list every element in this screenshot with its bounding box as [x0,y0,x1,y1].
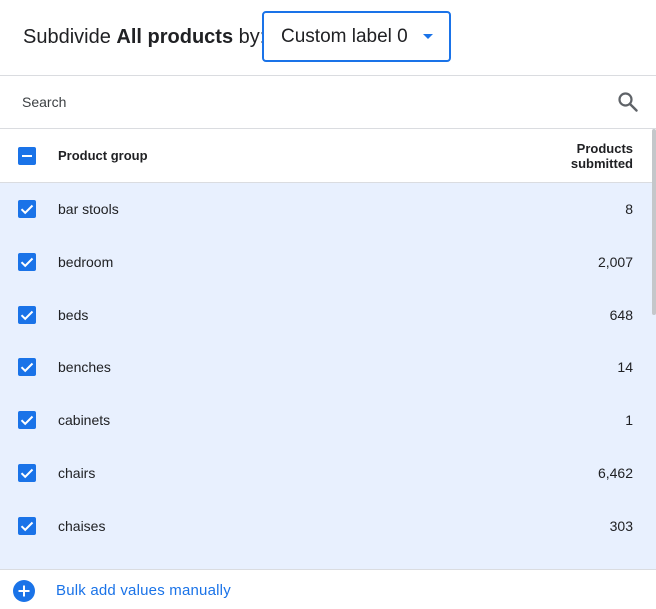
footer: Bulk add values manually [0,569,656,609]
table-row[interactable]: bedroom 2,007 [0,236,656,289]
checkmark-icon [20,363,34,373]
products-submitted-count: 2,007 [597,253,633,270]
column-header-product-group[interactable]: Product group [58,148,148,163]
table-row[interactable]: cabinets 1 [0,394,656,447]
header-title-prefix: Subdivide [23,26,117,48]
table-header: Product group Products submitted [0,129,656,183]
row-checkbox[interactable] [18,305,36,324]
table-row[interactable]: bar stools 8 [0,183,656,236]
row-checkbox[interactable] [18,464,36,482]
column-header-products-submitted[interactable]: Products submitted [513,141,633,171]
header-title-bold: All products [116,26,234,48]
caret-down-icon [423,34,433,39]
row-checkbox[interactable] [18,516,36,535]
product-group-list: bar stools 8 bedroom 2,007 beds 648 benc… [0,183,656,569]
products-submitted-count: 14 [617,359,633,376]
products-submitted-count: 303 [609,517,633,534]
plus-circle-icon [13,580,35,602]
header-title: Subdivide All products by: [23,25,265,49]
product-group-name: bedroom [58,253,114,270]
subdivide-header: Subdivide All products by: Custom label … [0,0,656,76]
table-row[interactable]: chaises 303 [0,500,656,553]
products-submitted-count: 648 [609,306,633,323]
subdivide-attribute-dropdown[interactable]: Custom label 0 [262,11,451,62]
list-scrollbar[interactable] [652,129,656,315]
product-group-name: chairs [58,465,96,481]
row-checkbox[interactable] [18,252,36,271]
table-row[interactable]: benches 14 [0,341,656,394]
header-title-suffix: by: [233,26,266,48]
table-row[interactable]: chairs 6,462 [0,447,656,500]
search-icon[interactable] [616,90,640,114]
checkmark-icon [20,310,34,320]
row-checkbox[interactable] [18,411,36,430]
product-group-name: cabinets [58,412,111,429]
indeterminate-checkbox-icon [22,155,32,157]
products-submitted-count: 1 [625,412,633,429]
row-checkbox[interactable] [18,358,36,377]
search-input[interactable] [22,90,602,114]
products-submitted-count: 8 [625,201,633,217]
product-group-name: chaises [58,517,106,534]
checkmark-icon [20,521,34,532]
checkmark-icon [20,415,34,426]
checkmark-icon [20,204,34,215]
search-bar [0,76,656,129]
checkmark-icon [20,468,34,479]
product-group-name: bar stools [58,201,119,217]
row-checkbox[interactable] [18,200,36,218]
dropdown-selected-value: Custom label 0 [281,26,408,47]
select-all-checkbox[interactable] [18,147,36,165]
table-row[interactable]: beds 648 [0,289,656,342]
bulk-add-values-label: Bulk add values manually [56,582,231,599]
product-group-name: benches [58,359,111,376]
checkmark-icon [20,257,34,268]
product-group-name: beds [58,306,89,323]
products-submitted-count: 6,462 [597,465,633,481]
